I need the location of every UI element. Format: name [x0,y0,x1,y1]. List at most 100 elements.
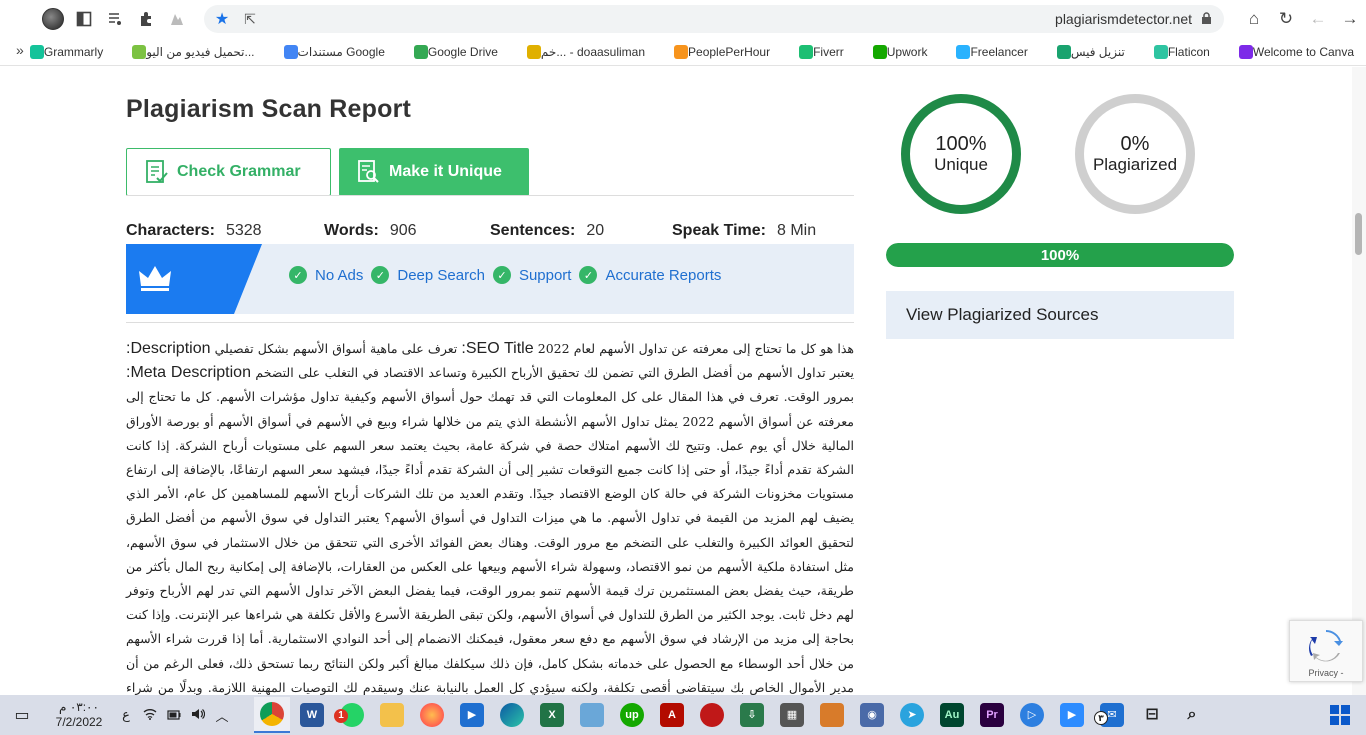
recaptcha-privacy-link[interactable]: Privacy - [1290,668,1362,678]
profile-avatar[interactable] [42,8,64,30]
stat-value: 8 Min [776,222,817,239]
bookmark-label: PeoplePerHour [688,44,771,59]
extensions-icon[interactable] [135,8,157,30]
back-icon[interactable]: → [1334,9,1366,29]
home-icon[interactable]: ⌂ [1238,9,1270,29]
make-unique-button[interactable]: Make it Unique [339,148,529,196]
crown-icon [139,266,171,291]
taskbar-apps: W 1 ▶ X up A ⇩ ▦ ◉ ➤ Au Pr ▷ ▶ ✉ ٣ ⊟ ⌕ [252,695,1212,735]
bookmark-item[interactable]: Grammarly [23,44,103,59]
bookmark-item[interactable]: خم... - doaasuliman [520,44,646,59]
page-title: Plagiarism Scan Report [126,95,412,123]
bookmark-item[interactable]: Fiverr [792,44,844,59]
notes-icon[interactable] [574,697,610,733]
scroll-thumb[interactable] [1355,213,1362,255]
sidebar-icon[interactable] [73,8,95,30]
mail-icon[interactable]: ✉ ٣ [1094,697,1130,733]
telegram-icon[interactable]: ➤ [894,697,930,733]
bookmark-item[interactable]: Welcome to Canva [1232,44,1354,59]
plagiarized-percent: 0% [1120,133,1150,155]
bookmark-label: Upwork [886,44,928,59]
bookmark-star-icon[interactable]: ★ [212,9,232,29]
clock-date: 7/2/2022 [55,715,103,729]
bookmark-item[interactable]: Freelancer [949,44,1028,59]
battery-icon[interactable] [162,708,186,723]
stat-value: 906 [389,222,417,239]
bookmark-item[interactable]: مستندات Google [277,44,385,59]
page-scrollbar[interactable] [1352,67,1366,695]
stats-row: Characters: 5328 Words: 906 Sentences: 20 S… [126,222,854,240]
acrobat-icon[interactable]: A [654,697,690,733]
bookmark-label: Fiverr [813,44,844,59]
premium-banner[interactable]: ✓ No Ads ✓ Deep Search ✓ Support ✓ Accurate Rep… [126,244,854,314]
file-explorer-icon[interactable] [374,697,410,733]
bookmark-item[interactable]: Upwork [866,44,928,59]
share-icon[interactable]: ⇱ [240,11,260,28]
extension-logo-icon[interactable] [166,8,188,30]
vpn-app-icon[interactable]: ▷ [1014,697,1050,733]
download-app-icon[interactable]: ⇩ [734,697,770,733]
bookmark-favicon-icon [956,44,971,59]
plagiarized-label: Plagiarized [1092,155,1178,174]
stat-label: Speak Time: [672,222,766,239]
whatsapp-icon[interactable]: 1 [334,697,370,733]
excel-icon[interactable]: X [534,697,570,733]
bookmark-label: Freelancer [970,44,1028,59]
search-icon[interactable]: ⌕ [1174,697,1210,733]
check-grammar-label: Check Grammar [177,163,301,180]
mail-badge: ٣ [1094,711,1108,725]
bookmark-item[interactable]: Google Drive [407,44,498,59]
view-plagiarized-sources-button[interactable]: View Plagiarized Sources [886,291,1234,339]
playlist-icon[interactable] [104,8,126,30]
browser-toolbar: ★ ⇱ plagiarismdetector.net ⌂ ↻ ← → [0,0,1366,38]
check-icon: ✓ [289,266,307,284]
recaptcha-badge[interactable]: Privacy - [1289,620,1363,682]
feature-label: No Ads [315,266,364,284]
bookmark-favicon-icon [526,44,541,59]
bookmark-item[interactable]: PeoplePerHour [667,44,771,59]
firefox-icon[interactable] [414,697,450,733]
lock-icon[interactable] [1201,11,1212,27]
calculator-icon[interactable]: ▦ [774,697,810,733]
notification-icon[interactable]: ▭ [0,705,44,725]
progress-label: 100% [1040,246,1080,264]
stat-value: 5328 [225,222,262,239]
bookmark-label: خم... - doaasuliman [540,44,646,59]
upwork-icon[interactable]: up [614,697,650,733]
check-icon: ✓ [371,266,390,284]
app-red-icon[interactable] [694,697,730,733]
audition-icon[interactable]: Au [934,697,970,733]
whatsapp-badge: 1 [334,709,348,723]
language-indicator[interactable]: ع [114,707,138,723]
uniqueness-progress-bar: 100% [886,243,1234,267]
edge-icon[interactable] [494,697,530,733]
word-icon[interactable]: W [294,697,330,733]
windows-start-icon[interactable] [1330,705,1350,725]
game-app-icon[interactable] [814,697,850,733]
bookmarks-more-icon[interactable]: » [16,42,24,58]
bookmark-favicon-icon [1153,44,1168,59]
check-grammar-button[interactable]: Check Grammar [126,148,331,196]
bookmark-favicon-icon [283,44,298,59]
premiere-icon[interactable]: Pr [974,697,1010,733]
zoom-icon[interactable]: ▶ [1054,697,1090,733]
forward-icon[interactable]: ← [1302,9,1334,29]
reload-icon[interactable]: ↻ [1270,9,1302,29]
tray-expand-icon[interactable]: ︿ [210,706,234,725]
address-bar[interactable]: ★ ⇱ plagiarismdetector.net [204,5,1224,33]
wifi-icon[interactable] [138,708,162,723]
nav-buttons: ⌂ ↻ ← → [1238,0,1366,38]
url-text[interactable]: plagiarismdetector.net [1055,11,1192,27]
chrome-icon[interactable] [254,697,290,733]
volume-icon[interactable] [186,708,210,723]
bookmark-item[interactable]: Flaticon [1147,44,1210,59]
bookmark-item[interactable]: تنزيل فيس [1050,44,1125,59]
clock[interactable]: ٠٣:٠٠ م 7/2/2022 [44,700,114,730]
clock-time: ٠٣:٠٠ م [59,700,99,714]
camera-icon[interactable]: ◉ [854,697,890,733]
bookmark-item[interactable]: تحميل فيديو من اليو... [125,44,255,59]
media-player-icon[interactable]: ▶ [454,697,490,733]
bookmark-favicon-icon [413,44,428,59]
task-view-icon[interactable]: ⊟ [1134,697,1170,733]
feature-list: ✓ No Ads ✓ Deep Search ✓ Support ✓ Accurate Rep… [289,266,729,284]
